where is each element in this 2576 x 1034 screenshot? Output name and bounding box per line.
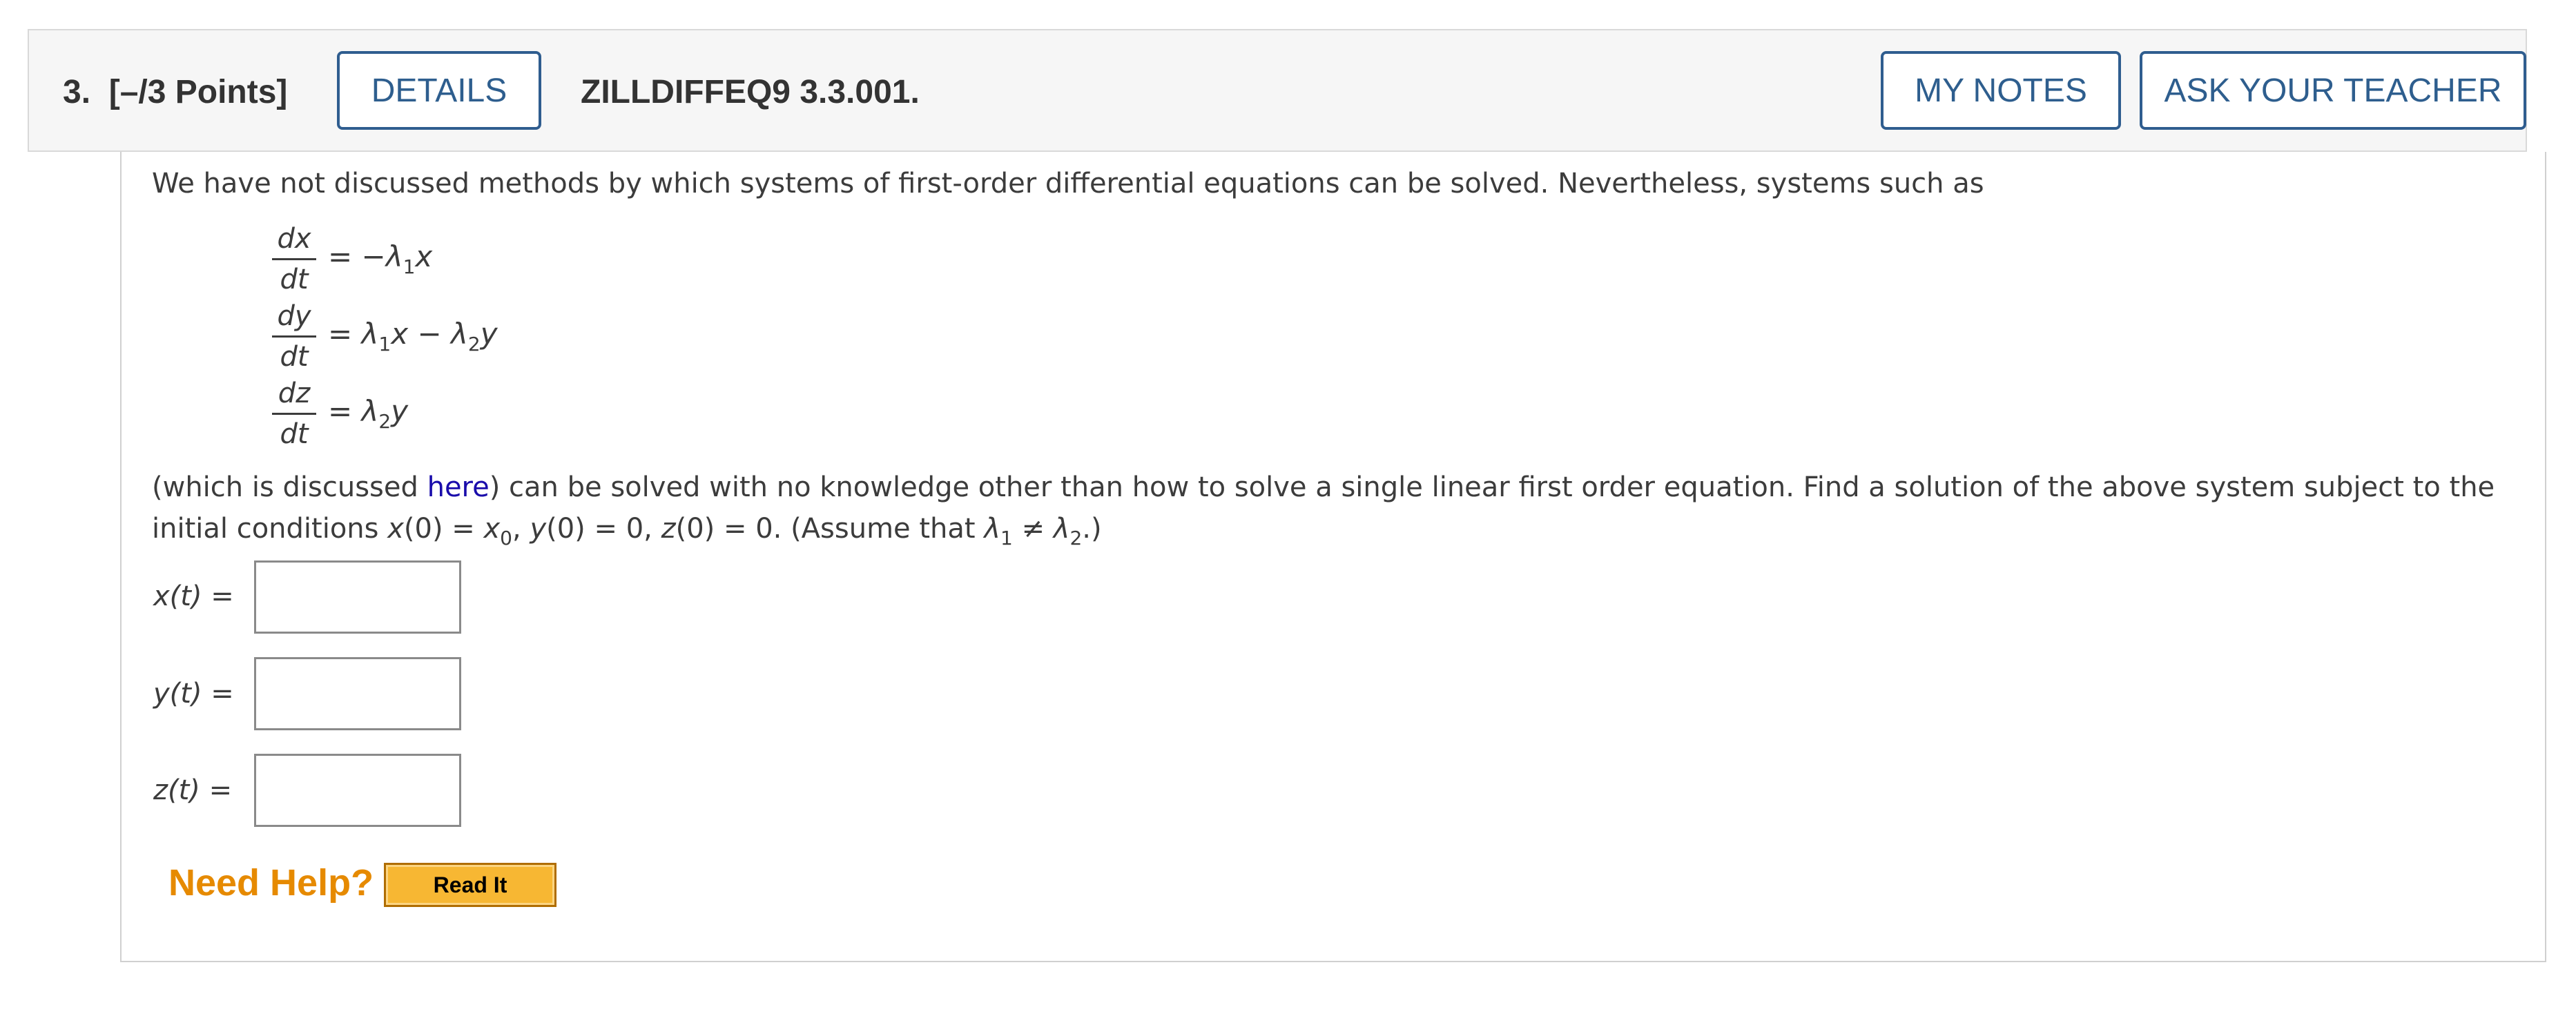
answer-label-z: z(t) =: [153, 774, 233, 806]
answer-input-y[interactable]: [254, 657, 461, 730]
answer-label-y: y(t) =: [153, 678, 234, 710]
here-link[interactable]: here: [427, 471, 490, 503]
fraction-dz-dt: dz dt: [271, 374, 318, 453]
question-header: 3. [–/3 Points] DETAILS ZILLDIFFEQ9 3.3.…: [28, 29, 2527, 152]
answer-label-x: x(t) =: [153, 581, 234, 612]
fraction-dy-dt: dy dt: [271, 297, 318, 376]
read-it-button[interactable]: Read It: [384, 863, 556, 907]
question-body: [120, 152, 2546, 962]
details-button[interactable]: DETAILS: [337, 51, 541, 130]
ask-teacher-button[interactable]: ASK YOUR TEACHER: [2140, 51, 2526, 130]
equation-1-rhs: = −λ1x: [328, 240, 433, 278]
answer-input-x[interactable]: [254, 560, 461, 634]
question-number: 3. [–/3 Points]: [63, 74, 288, 110]
answer-input-z[interactable]: [254, 754, 461, 827]
my-notes-button[interactable]: MY NOTES: [1881, 51, 2121, 130]
equation-3-rhs: = λ2y: [328, 394, 409, 433]
problem-intro: We have not discussed methods by which s…: [152, 168, 1984, 199]
need-help-label: Need Help?: [168, 862, 374, 904]
fraction-dx-dt: dx dt: [271, 220, 318, 299]
question-reference: ZILLDIFFEQ9 3.3.001.: [581, 74, 920, 110]
problem-paragraph: (which is discussed here) can be solved …: [152, 471, 2495, 503]
equation-2-rhs: = λ1x − λ2y: [328, 317, 498, 355]
initial-conditions: initial conditions x(0) = x0, y(0) = 0, …: [152, 513, 1102, 549]
